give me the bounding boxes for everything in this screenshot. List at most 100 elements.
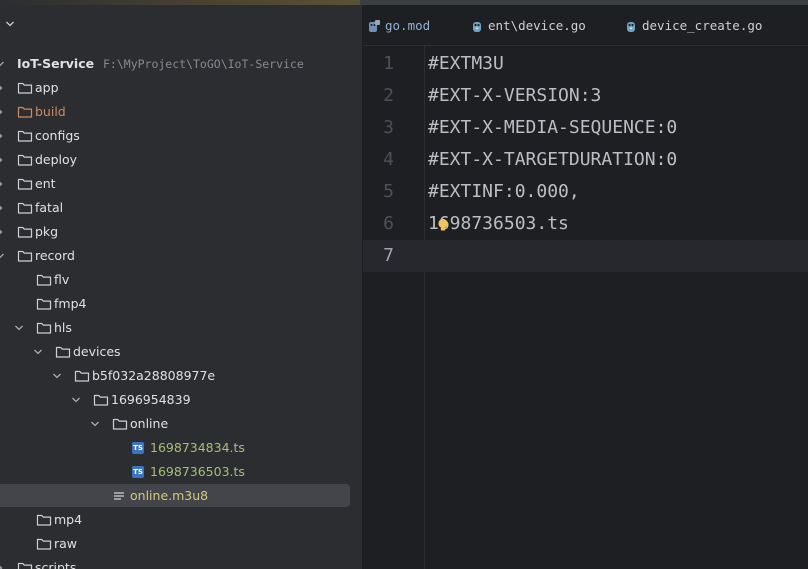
project-panel: IoT-Service F:\MyProject\ToGO\IoT-Servic… — [0, 5, 362, 569]
code-line[interactable]: 4 #EXT-X-TARGETDURATION:0 — [363, 144, 808, 176]
tree-item-label: devices — [73, 344, 121, 359]
tree-item-label: ent — [35, 176, 56, 191]
tree-root-iot-service[interactable]: IoT-Service F:\MyProject\ToGO\IoT-Servic… — [0, 52, 362, 76]
folder-icon — [36, 508, 52, 532]
chevron-right-icon[interactable] — [0, 124, 6, 148]
tree-item-label: mp4 — [54, 512, 83, 527]
gopher-icon — [473, 21, 481, 32]
go-mod-icon — [369, 19, 380, 32]
code-text: #EXTINF:0.000, — [428, 181, 580, 202]
code-line[interactable]: 6 1698736503.ts — [363, 208, 808, 240]
folder-icon — [17, 100, 33, 124]
chevron-right-icon[interactable] — [0, 148, 6, 172]
tree-item-label: scripts — [35, 560, 77, 569]
chevron-right-icon[interactable] — [0, 76, 6, 100]
tree-item-hls[interactable]: hls — [0, 316, 362, 340]
tab-label: ent\device.go — [488, 18, 586, 33]
folder-icon — [55, 340, 71, 364]
line-number: 6 — [383, 213, 394, 234]
tree-item-fmp4[interactable]: fmp4 — [0, 292, 362, 316]
tab-label: device_create.go — [642, 18, 763, 33]
chevron-right-icon[interactable] — [0, 556, 6, 569]
tree-item-mp4[interactable]: mp4 — [0, 508, 362, 532]
tab-device-create-go[interactable]: device_create.go — [624, 5, 762, 46]
code-text: 1698736503.ts — [428, 213, 569, 234]
code-line[interactable]: 2 #EXT-X-VERSION:3 — [363, 80, 808, 112]
chevron-right-icon[interactable] — [0, 100, 6, 124]
tree-item-raw[interactable]: raw — [0, 532, 362, 556]
line-number: 1 — [383, 53, 394, 74]
tree-item-scripts[interactable]: scripts — [0, 556, 362, 569]
tree-item-label: b5f032a28808977e — [92, 368, 216, 383]
tree-item-label: 1698734834.ts — [150, 440, 245, 455]
folder-icon — [74, 364, 90, 388]
chevron-down-icon[interactable] — [32, 340, 44, 364]
code-text: #EXT-X-TARGETDURATION:0 — [428, 149, 678, 170]
tree-item-1698734834-ts[interactable]: TS 1698734834.ts — [0, 436, 362, 460]
project-panel-header[interactable] — [0, 15, 360, 35]
chevron-down-icon[interactable] — [0, 52, 6, 76]
tree-item-online-m3u8[interactable]: online.m3u8 — [0, 484, 362, 508]
chevron-down-icon[interactable] — [13, 316, 25, 340]
code-text: #EXT-X-MEDIA-SEQUENCE:0 — [428, 117, 678, 138]
tree-item-deploy[interactable]: deploy — [0, 148, 362, 172]
tree-item-label: hls — [54, 320, 72, 335]
tree-item-1696954839[interactable]: 1696954839 — [0, 388, 362, 412]
tree-item-record[interactable]: record — [0, 244, 362, 268]
folder-icon — [93, 388, 109, 412]
folder-icon — [36, 316, 52, 340]
code-line[interactable]: 7 — [363, 240, 808, 272]
tree-item-build[interactable]: build — [0, 100, 362, 124]
code-line[interactable]: 5 #EXTINF:0.000, — [363, 176, 808, 208]
line-number: 5 — [383, 181, 394, 202]
code-editor[interactable]: 1 #EXTM3U 2 #EXT-X-VERSION:3 3 #EXT-X-MEDIA-S… — [363, 46, 808, 569]
project-root-name: IoT-Service — [17, 56, 95, 71]
chevron-down-icon[interactable] — [70, 388, 82, 412]
tree-item-configs[interactable]: configs — [0, 124, 362, 148]
folder-icon — [17, 556, 33, 569]
tree-item-1698736503-ts[interactable]: TS 1698736503.ts — [0, 460, 362, 484]
line-number: 3 — [383, 117, 394, 138]
chevron-right-icon[interactable] — [0, 172, 6, 196]
folder-icon — [36, 292, 52, 316]
tree-item-b5f032a28808977e[interactable]: b5f032a28808977e — [0, 364, 362, 388]
tree-item-online[interactable]: online — [0, 412, 362, 436]
tree-item-app[interactable]: app — [0, 76, 362, 100]
chevron-down-icon[interactable] — [0, 244, 6, 268]
tree-item-label: deploy — [35, 152, 78, 167]
line-number: 7 — [383, 245, 394, 266]
tree-item-fatal[interactable]: fatal — [0, 196, 362, 220]
editor-tabs: go.mod ent\device.go device_create.go — [363, 5, 808, 46]
tab-ent-device-go[interactable]: ent\device.go — [470, 5, 586, 46]
tree-item-label: configs — [35, 128, 80, 143]
tab-go-mod[interactable]: go.mod — [367, 5, 430, 46]
project-root-path: F:\MyProject\ToGO\IoT-Service — [103, 57, 304, 71]
tree-item-label: record — [35, 248, 75, 263]
tree-item-label: flv — [54, 272, 70, 287]
chevron-down-icon[interactable] — [89, 412, 101, 436]
folder-icon — [17, 148, 33, 172]
tree-item-pkg[interactable]: pkg — [0, 220, 362, 244]
folder-icon — [17, 76, 33, 100]
line-number: 2 — [383, 85, 394, 106]
tree-item-flv[interactable]: flv — [0, 268, 362, 292]
code-line[interactable]: 3 #EXT-X-MEDIA-SEQUENCE:0 — [363, 112, 808, 144]
tree-item-label: online.m3u8 — [130, 488, 209, 503]
tree-item-ent[interactable]: ent — [0, 172, 362, 196]
tree-item-label: fmp4 — [54, 296, 87, 311]
chevron-down-icon[interactable] — [5, 19, 15, 29]
chevron-right-icon[interactable] — [0, 196, 6, 220]
tab-label: go.mod — [385, 18, 431, 33]
tree-item-label: online — [130, 416, 169, 431]
folder-icon — [36, 268, 52, 292]
code-line[interactable]: 1 #EXTM3U — [363, 48, 808, 80]
folder-icon — [36, 532, 52, 556]
typescript-file-icon: TS — [132, 466, 144, 478]
text-file-icon — [112, 484, 128, 508]
lightbulb-icon[interactable] — [437, 218, 449, 232]
tree-item-label: build — [35, 104, 66, 119]
chevron-down-icon[interactable] — [51, 364, 63, 388]
chevron-right-icon[interactable] — [0, 220, 6, 244]
code-text: #EXT-X-VERSION:3 — [428, 85, 602, 106]
tree-item-devices[interactable]: devices — [0, 340, 362, 364]
